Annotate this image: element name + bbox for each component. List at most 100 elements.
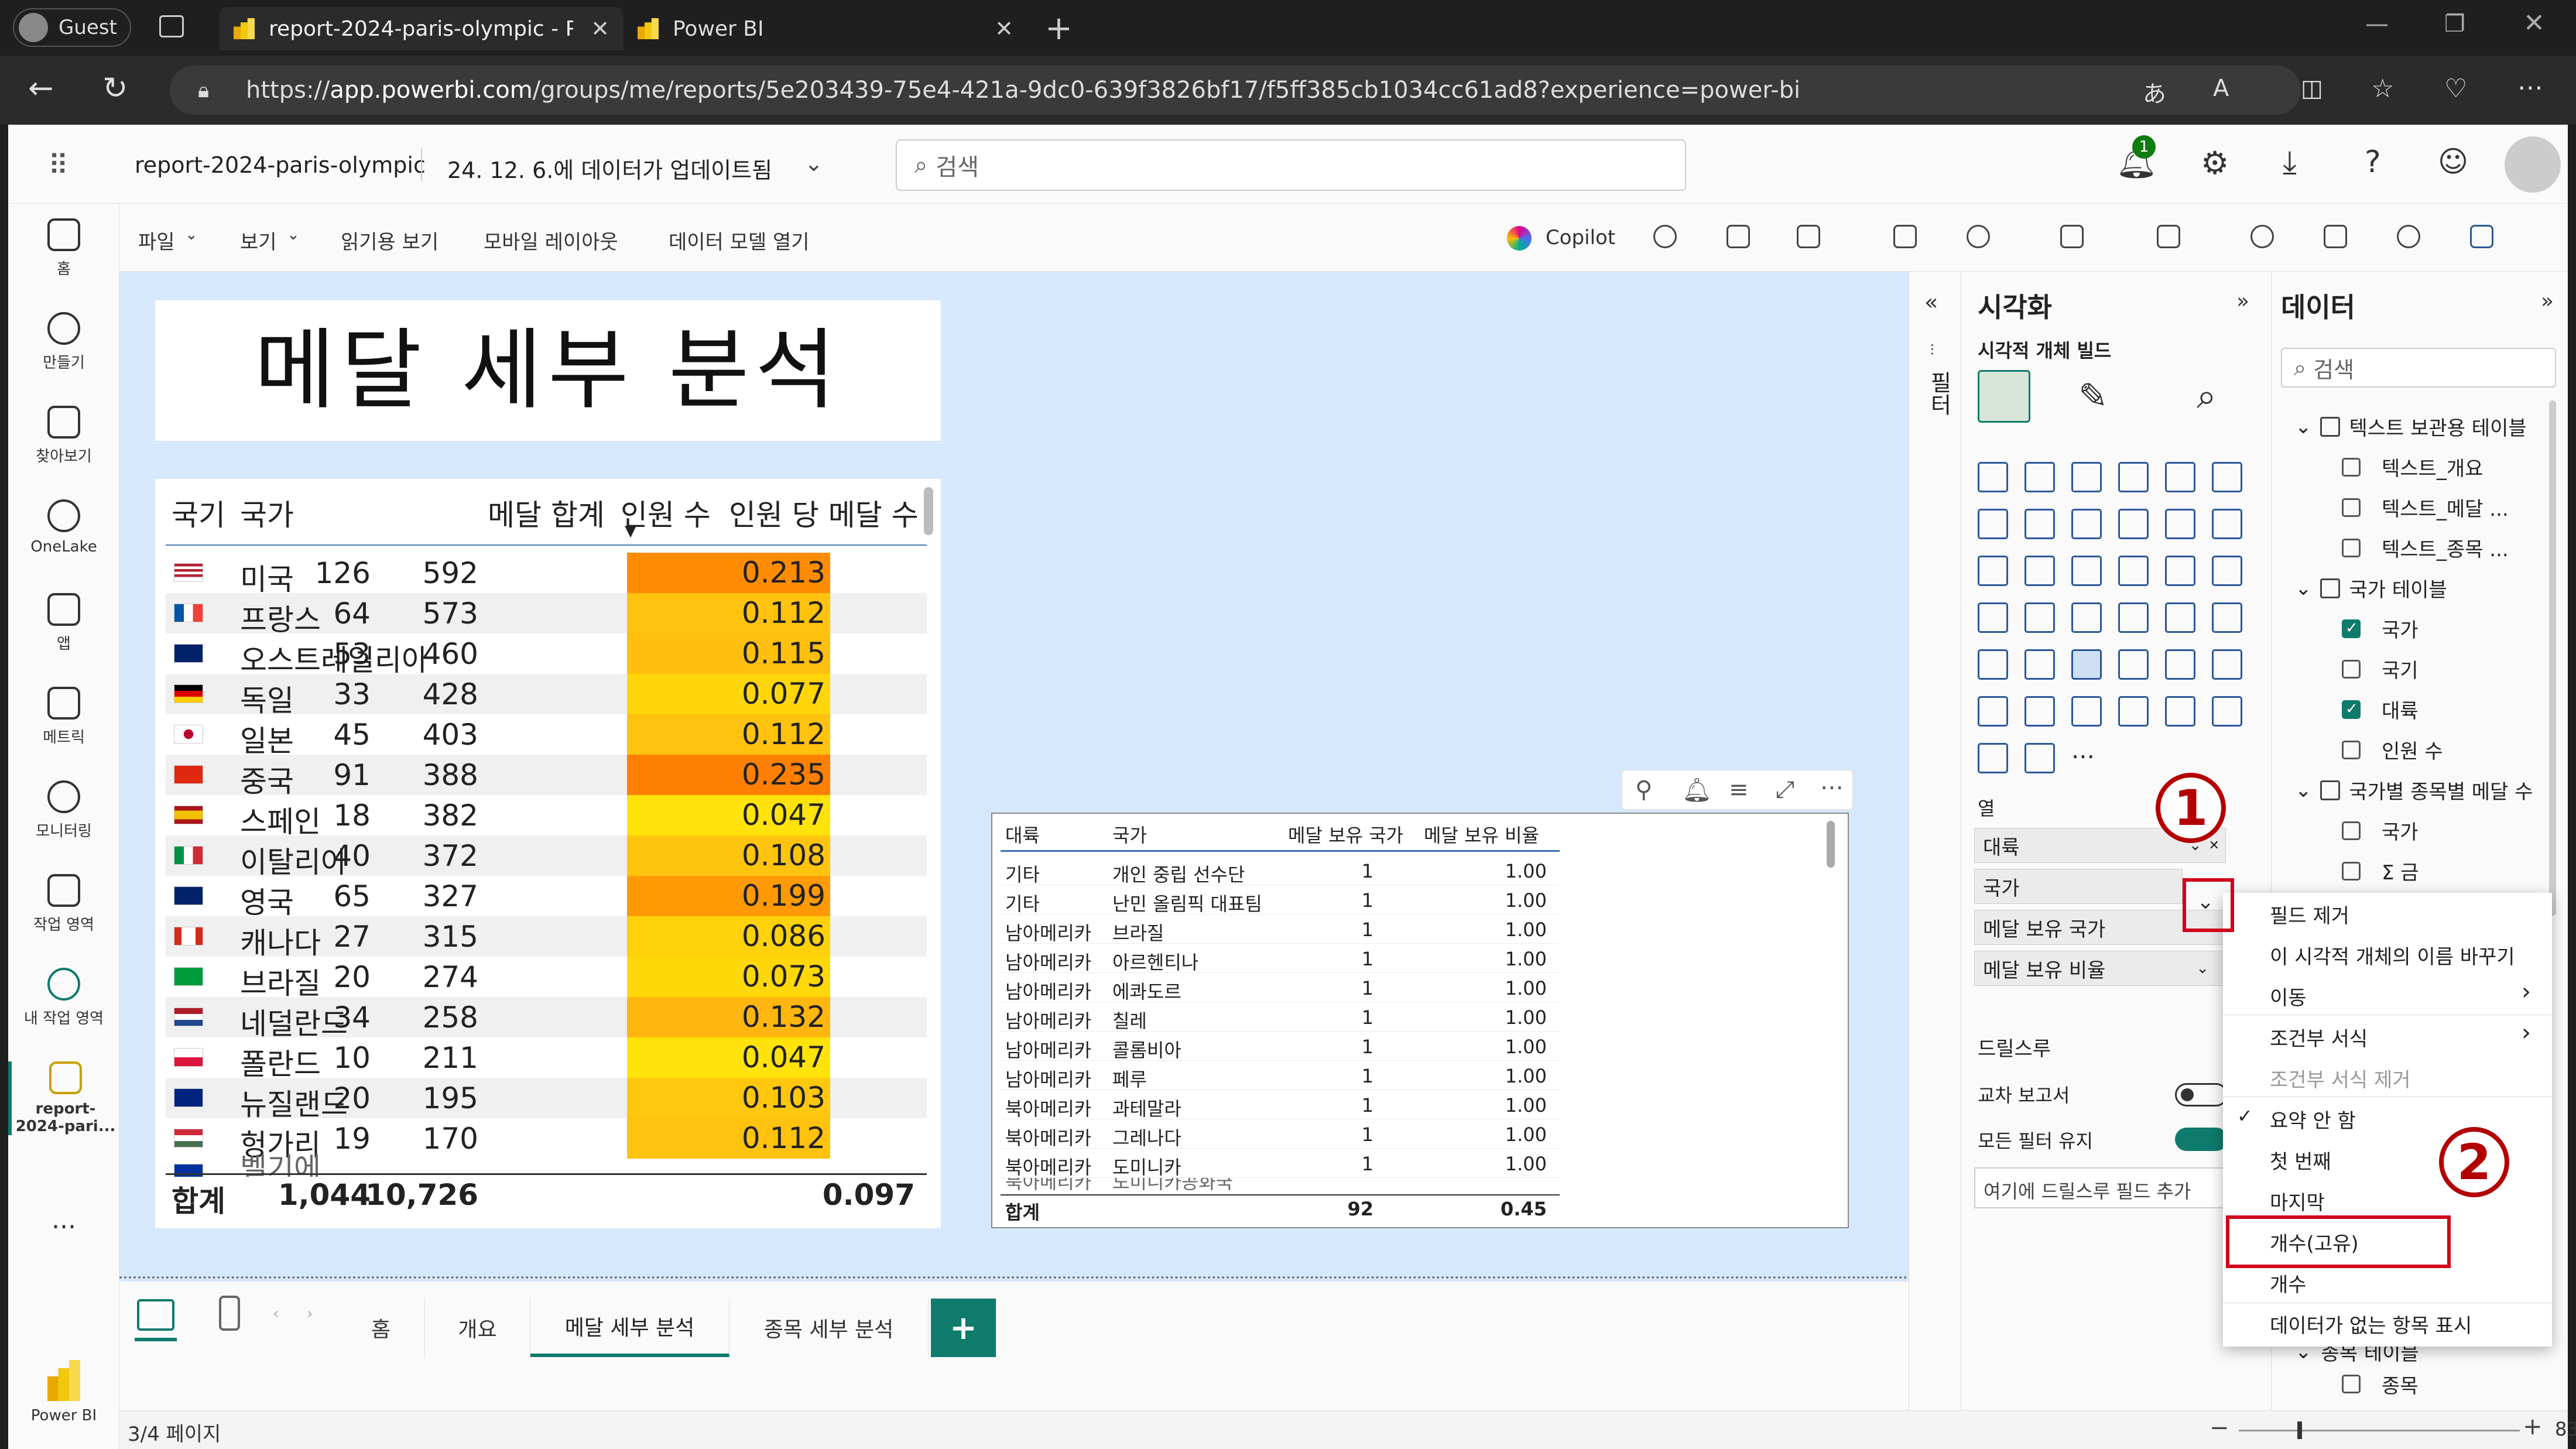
nav-apps[interactable]: 앱: [8, 593, 119, 653]
visual-type-icon[interactable]: [2212, 602, 2242, 633]
page-tab-medal-detail[interactable]: 메달 세부 분석: [530, 1299, 729, 1357]
translate-icon[interactable]: あ: [2143, 75, 2166, 109]
visual-type-icon[interactable]: [2165, 556, 2195, 586]
visual-type-icon[interactable]: [2071, 509, 2102, 539]
guest-profile-button[interactable]: Guest: [13, 8, 131, 47]
continent-medal-table[interactable]: 대륙 국가 메달 보유 국가 메달 보유 비율 기타 개인 중립 선수단 1 1.00…: [991, 813, 1849, 1228]
analytics-icon[interactable]: ⌕: [2197, 376, 2217, 417]
visual-type-icon[interactable]: [2071, 556, 2102, 586]
field-item[interactable]: 대륙: [2342, 695, 2419, 724]
binoculars-icon[interactable]: [1653, 225, 1677, 248]
checkbox[interactable]: [2342, 538, 2361, 557]
field-item[interactable]: 텍스트_종목 ...: [2342, 533, 2509, 562]
copilot-button[interactable]: Copilot: [1546, 226, 1615, 249]
menu-last[interactable]: 마지막: [2270, 1187, 2325, 1215]
visual-type-icon[interactable]: [1978, 602, 2008, 633]
back-icon[interactable]: ←: [28, 71, 54, 106]
table-row[interactable]: 미국 126 592 0.213: [166, 553, 927, 597]
more-options-icon[interactable]: ⋯: [1820, 774, 1844, 801]
table-row[interactable]: 남아메리카 에콰도르 1 1.00: [1001, 973, 1560, 1003]
visual-type-icon[interactable]: [2212, 509, 2242, 539]
data-updated-label[interactable]: 24. 12. 6.에 데이터가 업데이트됨: [447, 152, 772, 184]
tab-report[interactable]: report-2024-paris-olympic - Powe ✕: [220, 7, 624, 50]
mobile-layout-icon[interactable]: [219, 1296, 240, 1331]
menu-first[interactable]: 첫 번째: [2270, 1146, 2331, 1174]
table-row[interactable]: 헝가리 19 170 0.112: [166, 1118, 927, 1162]
table-row[interactable]: 스페인 18 382 0.047: [166, 795, 927, 839]
table-row[interactable]: 영국 65 327 0.199: [166, 876, 927, 920]
visual-type-icon[interactable]: [2165, 696, 2195, 727]
column-header[interactable]: 메달 합계: [488, 492, 605, 534]
nav-browse[interactable]: 찾아보기: [8, 406, 119, 466]
subscribe-icon[interactable]: [1893, 225, 1917, 248]
menu-dont-summarize[interactable]: 요약 안 함: [2270, 1105, 2356, 1133]
comment-icon[interactable]: [1727, 225, 1750, 248]
close-icon[interactable]: ✕: [995, 16, 1013, 42]
checkbox[interactable]: [2342, 457, 2361, 477]
column-header[interactable]: 메달 보유 국가: [1288, 821, 1403, 848]
menu-remove-field[interactable]: 필드 제거: [2270, 900, 2349, 929]
nav-my-workspace[interactable]: 내 작업 영역: [8, 968, 119, 1028]
menu-count[interactable]: 개수: [2270, 1269, 2307, 1297]
view-icon[interactable]: [2157, 225, 2180, 248]
field-item[interactable]: 국가: [2342, 614, 2419, 643]
more-icon[interactable]: ⋯: [2517, 73, 2543, 102]
visual-type-icon[interactable]: [2071, 602, 2102, 633]
field-item[interactable]: 텍스트_메달 ...: [2342, 493, 2509, 522]
scrollbar[interactable]: [1827, 821, 1835, 868]
app-launcher-icon[interactable]: ⠿: [48, 149, 71, 182]
visual-type-icon[interactable]: [1978, 696, 2008, 727]
user-avatar[interactable]: [2505, 136, 2561, 193]
favorites-icon[interactable]: ☆: [2371, 74, 2394, 104]
collapse-icon[interactable]: »: [2236, 289, 2249, 313]
page-tab-home[interactable]: 홈: [337, 1299, 425, 1357]
well-field-medal-ratio[interactable]: 메달 보유 비율 ⌄: [1974, 951, 2226, 986]
visual-type-icon[interactable]: [2071, 649, 2102, 680]
data-search-input[interactable]: ⌕ 검색: [2281, 348, 2556, 388]
share-icon[interactable]: [1967, 225, 1990, 248]
country-medal-table[interactable]: 국기 국가 메달 합계 인원 수 ▼ 인원 당 메달 수 미국 126 592 0.2…: [155, 479, 941, 1228]
report-name[interactable]: report-2024-paris-olympic: [135, 152, 426, 178]
zoom-out-icon[interactable]: −: [2210, 1414, 2229, 1441]
scrollbar[interactable]: [2549, 400, 2556, 916]
alert-icon[interactable]: 🔔︎: [1682, 776, 1712, 804]
refresh-visuals-icon[interactable]: [2250, 225, 2274, 248]
chevron-down-icon[interactable]: ⌄: [2196, 960, 2209, 977]
nav-monitoring[interactable]: 모니터링: [8, 780, 119, 841]
tab-powerbi[interactable]: Power BI ✕: [624, 7, 1027, 50]
table-row[interactable]: 프랑스 64 573 0.112: [166, 593, 927, 637]
visual-type-icon[interactable]: [2118, 696, 2149, 727]
table-row[interactable]: 남아메리카 아르헨티나 1 1.00: [1001, 944, 1560, 974]
window-close-icon[interactable]: ✕: [2523, 8, 2545, 38]
nav-current-report[interactable]: report- 2024-pari...: [8, 1061, 119, 1135]
table-row[interactable]: 남아메리카 브라질 1 1.00: [1001, 914, 1560, 944]
minimize-icon[interactable]: —: [2365, 11, 2389, 37]
collapse-icon[interactable]: »: [2541, 289, 2554, 313]
nav-home[interactable]: 홈: [8, 218, 119, 279]
table-item[interactable]: ⌄ 텍스트 보관용 테이블: [2295, 412, 2527, 441]
nav-create[interactable]: 만들기: [8, 312, 119, 372]
visual-type-icon[interactable]: [2025, 602, 2055, 633]
checkbox[interactable]: [2342, 740, 2361, 759]
open-data-model-button[interactable]: 데이터 모델 열기: [669, 226, 810, 255]
field-item[interactable]: 국가: [2342, 816, 2419, 845]
visual-type-icon[interactable]: [2118, 602, 2149, 633]
menu-file[interactable]: 파일: [138, 226, 175, 255]
column-header[interactable]: 메달 보유 비율: [1424, 821, 1539, 848]
table-row[interactable]: 독일 33 428 0.077: [166, 674, 927, 718]
checkbox[interactable]: [2342, 498, 2361, 517]
visual-type-icon[interactable]: [2212, 462, 2242, 492]
nav-workspaces[interactable]: 작업 영역: [8, 874, 119, 934]
visual-type-icon[interactable]: [2212, 696, 2242, 727]
tab-actions-icon[interactable]: [159, 15, 184, 37]
expand-icon[interactable]: «: [1924, 289, 1938, 315]
table-row[interactable]: 폴란드 10 211 0.047: [166, 1037, 927, 1081]
table-row[interactable]: 기타 개인 중립 선수단 1 1.00: [1001, 856, 1560, 886]
visual-type-icon[interactable]: [2071, 462, 2102, 492]
visual-type-icon[interactable]: [2165, 649, 2195, 680]
more-visuals-icon[interactable]: ⋯: [2071, 743, 2102, 773]
field-item[interactable]: 국기: [2342, 655, 2419, 683]
table-row[interactable]: 남아메리카 칠레 1 1.00: [1001, 1002, 1560, 1032]
url-input[interactable]: 🔒︎ https://app.powerbi.com/groups/me/rep…: [170, 66, 2301, 115]
desktop-layout-icon[interactable]: [137, 1299, 174, 1331]
